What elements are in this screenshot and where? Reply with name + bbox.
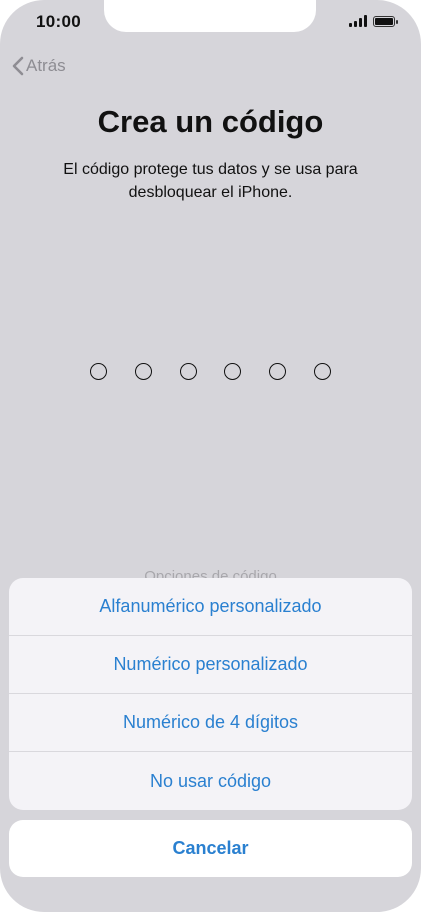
phone-screen: 10:00 Atrás Crea un código El código pro… [0,0,421,912]
passcode-dot [134,363,152,380]
back-button[interactable]: Atrás [12,56,66,76]
page-subtitle: El código protege tus datos y se usa par… [63,161,358,201]
option-custom-numeric[interactable]: Numérico personalizado [9,636,412,694]
cellular-signal-icon [349,15,367,27]
passcode-dot [90,363,107,380]
status-icons [349,15,398,27]
passcode-dots [90,363,331,380]
page-title: Crea un código [97,104,324,139]
passcode-dot [269,363,287,380]
option-no-passcode[interactable]: No usar código [9,752,412,810]
passcode-dot [179,363,197,380]
passcode-dot [313,363,331,380]
cancel-button[interactable]: Cancelar [9,820,412,877]
option-4-digit-numeric[interactable]: Numérico de 4 dígitos [9,694,412,752]
option-custom-alphanumeric[interactable]: Alfanumérico personalizado [9,578,412,636]
chevron-left-icon [12,56,24,76]
status-time: 10:00 [36,12,81,31]
status-bar: 10:00 [0,0,421,46]
battery-icon [373,16,398,27]
action-sheet: Alfanumérico personalizado Numérico pers… [9,578,412,810]
back-label: Atrás [26,56,66,75]
passcode-dot [224,363,242,380]
